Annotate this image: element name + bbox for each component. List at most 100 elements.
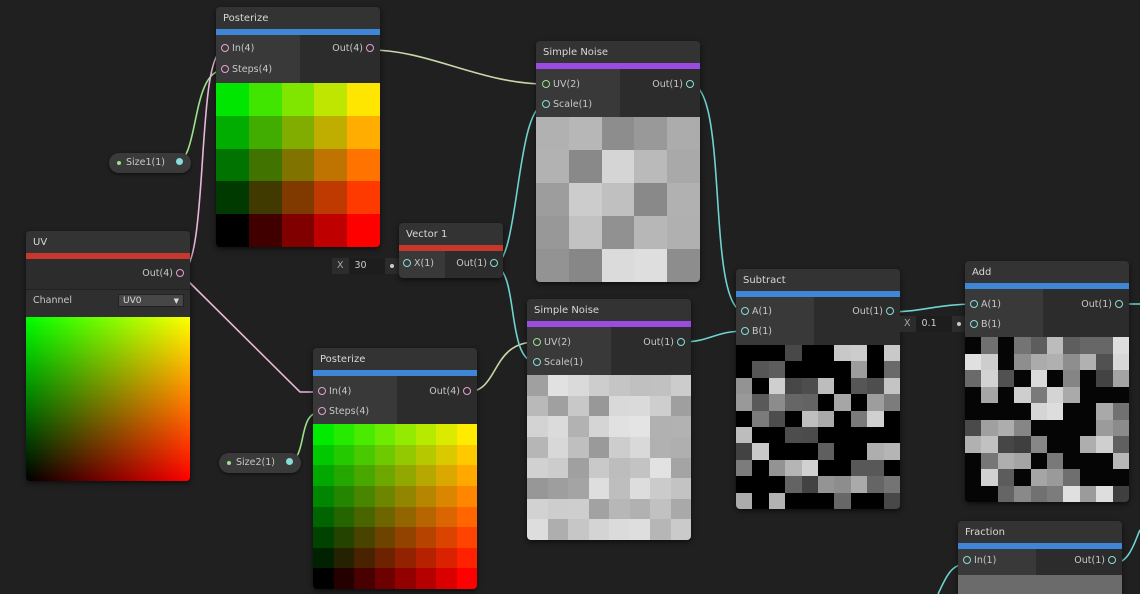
port-out[interactable]: Out(4) [332, 42, 374, 56]
preview-cell [536, 117, 569, 150]
port-in[interactable]: In(1) [963, 554, 996, 568]
preview-cell [456, 465, 477, 486]
preview-cell [883, 377, 900, 395]
preview-cell [347, 148, 380, 182]
preview-cell [281, 181, 315, 215]
node-simple-noise-bottom[interactable]: Simple Noise UV(2) Scale(1) Out(1) [527, 299, 691, 540]
preview-cell [965, 419, 982, 436]
port-out[interactable]: Out(4) [429, 385, 471, 399]
port-in[interactable]: In(4) [221, 42, 254, 56]
preview-cell [374, 444, 395, 466]
node-simple-noise-top[interactable]: Simple Noise UV(2) Scale(1) Out(1) [536, 41, 700, 282]
preview-cell [313, 444, 334, 466]
port-in[interactable]: In(4) [318, 385, 351, 399]
preview-cell [1046, 485, 1064, 502]
port-out[interactable]: Out(1) [456, 257, 498, 271]
preview-cell [609, 457, 630, 479]
port-x[interactable]: X(1) [403, 257, 434, 271]
preview-cell [629, 457, 650, 479]
node-add[interactable]: Add A(1) B(1) Out(1) [965, 261, 1129, 502]
port-out[interactable]: Out(1) [643, 336, 685, 350]
preview-cell [736, 377, 753, 395]
preview-cell [629, 416, 650, 437]
preview-cell [216, 181, 249, 215]
node-vector1[interactable]: Vector 1 X(1) Out(1) [399, 223, 503, 278]
preview-cell [736, 459, 753, 477]
port-scale[interactable]: Scale(1) [542, 98, 592, 112]
preview-cell [650, 519, 671, 540]
preview-cell [395, 485, 416, 507]
preview-cell [374, 424, 395, 445]
port-b[interactable]: B(1) [741, 325, 772, 339]
port-b[interactable]: B(1) [970, 318, 1001, 332]
preview-cell [395, 424, 416, 445]
preview-cell [752, 492, 769, 509]
preview-cell [354, 444, 375, 466]
preview-cell [752, 443, 769, 460]
preview-cell [981, 436, 998, 453]
port-uv[interactable]: UV(2) [533, 336, 571, 350]
property-size1[interactable]: Size1(1) [109, 153, 192, 173]
inline-input-vector-x[interactable]: X 30 [332, 258, 399, 274]
preview-cell [547, 395, 568, 417]
preview-cell [374, 527, 395, 548]
port-uv[interactable]: UV(2) [542, 78, 580, 92]
preview-cell [629, 395, 650, 417]
inline-input-add-b[interactable]: X 0.1 [899, 316, 966, 332]
preview-uv [26, 317, 190, 481]
port-a[interactable]: A(1) [741, 305, 772, 319]
port-out[interactable]: Out(1) [652, 78, 694, 92]
channel-dropdown[interactable]: UV0 ▼ [118, 294, 184, 307]
port-out[interactable]: Out(1) [852, 305, 894, 319]
preview-cell [415, 444, 436, 466]
preview-cell [601, 216, 635, 249]
preview-cell [997, 386, 1015, 403]
node-subtract[interactable]: Subtract A(1) B(1) Out(1) [736, 269, 900, 509]
port-a[interactable]: A(1) [970, 298, 1001, 312]
node-title: Vector 1 [399, 223, 503, 245]
preview-cell [785, 426, 802, 444]
preview-cell [609, 478, 630, 499]
preview-cell [667, 216, 700, 249]
preview-cell [867, 394, 884, 411]
preview-cell [333, 444, 354, 466]
port-out[interactable]: Out(4) [142, 267, 184, 281]
preview-cell [785, 492, 802, 509]
node-posterize-top[interactable]: Posterize In(4) Steps(4) Out(4) [216, 7, 380, 247]
preview-cell [834, 377, 851, 395]
preview-cell [883, 459, 900, 477]
preview-cell [1030, 452, 1047, 469]
preview-cell [801, 410, 818, 427]
preview-cell [634, 249, 668, 282]
preview-posterize-bottom [313, 424, 477, 589]
preview-cell [456, 547, 477, 569]
preview-cell [588, 478, 609, 499]
property-size2[interactable]: Size2(1) [219, 453, 302, 473]
port-out[interactable]: Out(1) [1074, 554, 1116, 568]
port-steps[interactable]: Steps(4) [221, 63, 272, 77]
preview-cell [634, 183, 668, 216]
node-fraction[interactable]: Fraction In(1) Out(1) [958, 521, 1122, 594]
port-dot[interactable] [176, 158, 184, 165]
preview-cell [752, 345, 769, 362]
preview-cell [670, 375, 691, 396]
preview-cell [1030, 485, 1047, 502]
port-steps[interactable]: Steps(4) [318, 405, 369, 419]
node-uv[interactable]: UV Out(4) Channel UV0 ▼ [26, 231, 190, 481]
preview-cell [883, 410, 900, 427]
preview-cell [883, 426, 900, 444]
port-out[interactable]: Out(1) [1081, 298, 1123, 312]
preview-cell [817, 476, 835, 493]
node-posterize-bottom[interactable]: Posterize In(4) Steps(4) Out(4) [313, 348, 477, 589]
port-dot[interactable] [286, 458, 294, 465]
preview-cell [1096, 452, 1113, 469]
preview-cell [670, 478, 691, 499]
preview-cell [527, 457, 548, 479]
preview-cell [736, 345, 753, 362]
preview-cell [333, 547, 354, 569]
preview-cell [785, 345, 802, 362]
preview-cell [395, 527, 416, 548]
preview-add [965, 337, 1129, 502]
port-scale[interactable]: Scale(1) [533, 356, 583, 370]
preview-cell [1046, 452, 1064, 469]
